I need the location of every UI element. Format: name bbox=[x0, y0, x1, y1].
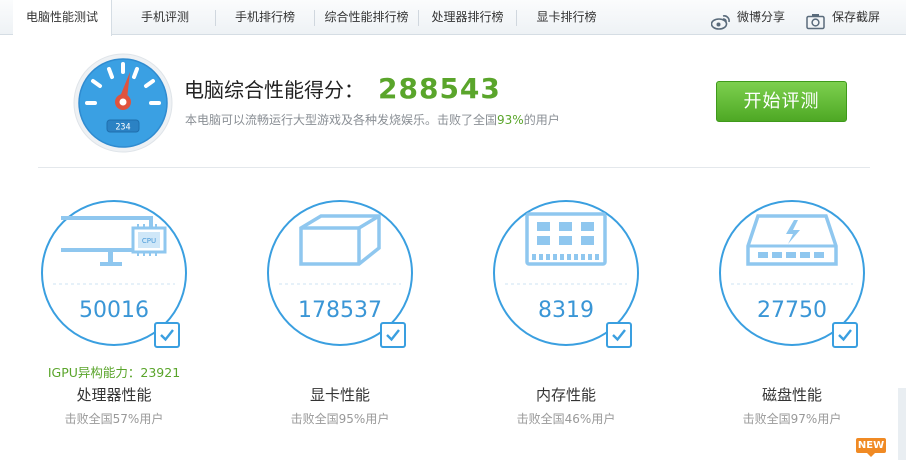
new-badge[interactable]: NEW bbox=[856, 438, 886, 457]
memory-icon bbox=[525, 212, 607, 266]
tab-phone-ranking[interactable]: 手机排行榜 bbox=[216, 0, 314, 35]
cpu-performance-label: 处理器性能 bbox=[76, 386, 152, 404]
memory-score: 8319 bbox=[538, 298, 594, 323]
overall-score: 288543 bbox=[378, 72, 501, 105]
disk-check-icon bbox=[832, 322, 858, 348]
disk-score: 27750 bbox=[757, 298, 827, 323]
memory-performance-label: 内存性能 bbox=[535, 386, 596, 404]
weibo-share-label: 微博分享 bbox=[737, 10, 786, 24]
disk-beat-percent: 击败全国97%用户 bbox=[742, 412, 842, 426]
weibo-share-button[interactable]: 微博分享 bbox=[710, 0, 791, 35]
memory-check-icon bbox=[606, 322, 632, 348]
camera-icon bbox=[806, 9, 826, 44]
igpu-score: IGPU异构能力：23921 bbox=[47, 365, 181, 380]
monitor-cpu-icon: CPU bbox=[61, 216, 167, 266]
save-screenshot-button[interactable]: 保存截屏 bbox=[806, 0, 886, 35]
score-description-text: 本电脑可以流畅运行大型游戏及各种发烧娱乐。击败了全国 bbox=[185, 113, 498, 127]
cpu-check-icon bbox=[154, 322, 180, 348]
disk-performance-card: 27750 磁盘性能 击败全国97%用户 bbox=[692, 198, 892, 438]
score-title: 电脑综合性能得分： bbox=[184, 78, 364, 102]
score-description-suffix: 的用户 bbox=[523, 113, 560, 127]
memory-beat-percent: 击败全国46%用户 bbox=[516, 412, 616, 426]
gpu-beat-percent: 击败全国95%用户 bbox=[290, 412, 390, 426]
scrollbar-track[interactable] bbox=[898, 388, 906, 460]
start-benchmark-button[interactable]: 开始评测 bbox=[716, 81, 847, 122]
gpu-performance-label: 显卡性能 bbox=[309, 386, 370, 404]
weibo-icon bbox=[710, 9, 731, 44]
cube-icon bbox=[299, 214, 381, 266]
performance-gauge-icon: 234 bbox=[73, 53, 173, 157]
cpu-performance-card: CPU 50016 IGPU异构能力：23921 处理器性能 击败全国57%用户 bbox=[14, 198, 214, 438]
save-screenshot-label: 保存截屏 bbox=[832, 10, 881, 24]
section-divider bbox=[38, 167, 870, 168]
tab-pc-performance-test[interactable]: 电脑性能测试 bbox=[13, 0, 112, 36]
cpu-score: 50016 bbox=[79, 298, 149, 323]
gpu-performance-card: 178537 显卡性能 击败全国95%用户 bbox=[240, 198, 440, 438]
tab-phone-review[interactable]: 手机评测 bbox=[115, 0, 215, 35]
gpu-check-icon bbox=[380, 322, 406, 348]
cpu-beat-percent: 击败全国57%用户 bbox=[64, 412, 164, 426]
tab-bar: 电脑性能测试 手机评测 手机排行榜 综合性能排行榜 处理器排行榜 显卡排行榜 微… bbox=[0, 0, 906, 36]
score-description-percent: 93% bbox=[497, 113, 524, 127]
tab-cpu-ranking[interactable]: 处理器排行榜 bbox=[419, 0, 516, 35]
score-description: 本电脑可以流畅运行大型游戏及各种发烧娱乐。击败了全国93%的用户 bbox=[185, 111, 560, 128]
memory-performance-card: 8319 内存性能 击败全国46%用户 bbox=[466, 198, 666, 438]
cpu-chip-label: CPU bbox=[142, 237, 156, 245]
gauge-readout: 234 bbox=[115, 123, 130, 133]
disk-performance-label: 磁盘性能 bbox=[761, 386, 822, 404]
gpu-score: 178537 bbox=[298, 298, 382, 323]
disk-icon bbox=[746, 214, 838, 266]
tab-gpu-ranking[interactable]: 显卡排行榜 bbox=[517, 0, 616, 35]
tab-overall-ranking[interactable]: 综合性能排行榜 bbox=[315, 0, 418, 35]
